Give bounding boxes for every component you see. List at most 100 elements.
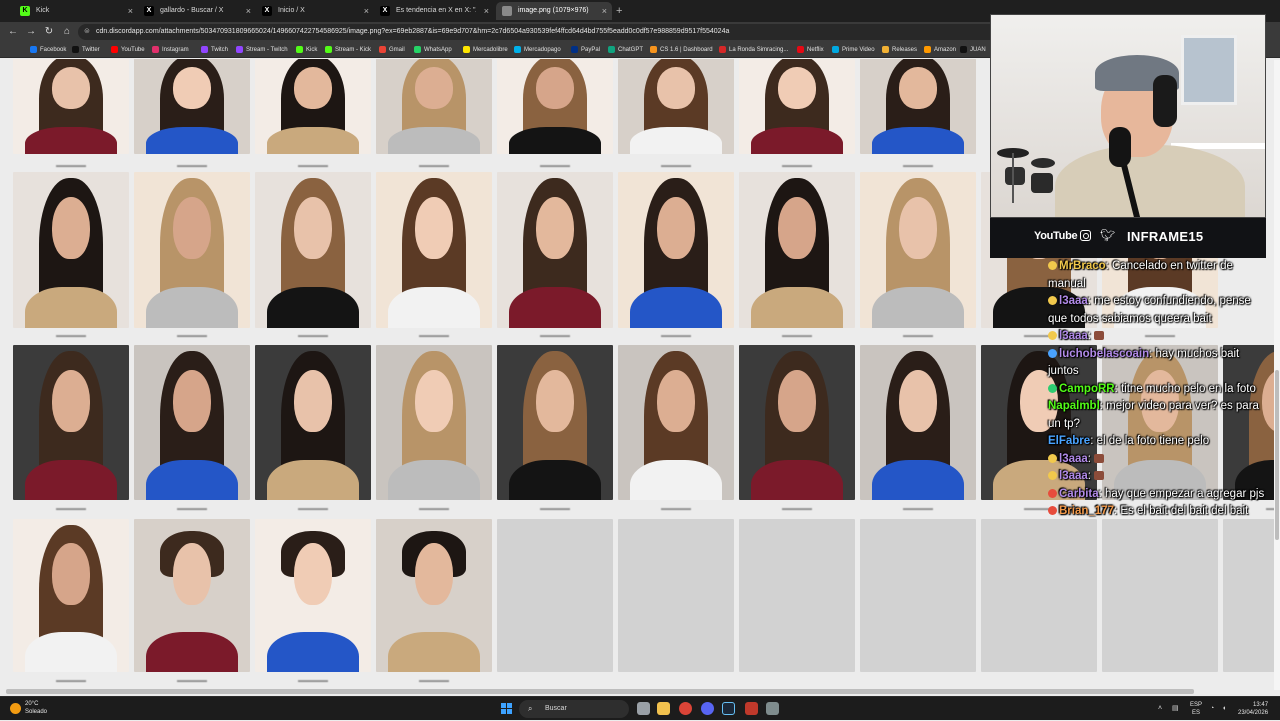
empty-photo-slot xyxy=(860,519,976,672)
taskbar-search[interactable]: ⌕ Buscar xyxy=(519,700,629,718)
close-tab-icon[interactable]: × xyxy=(246,2,251,20)
tab-x-home[interactable]: X Inicio / X × xyxy=(256,2,374,20)
new-tab-icon[interactable]: + xyxy=(616,3,622,19)
forward-icon[interactable]: → xyxy=(24,25,38,39)
empty-photo-slot xyxy=(497,519,613,672)
steam-icon[interactable] xyxy=(722,702,735,715)
portrait-photo xyxy=(618,59,734,154)
weather-widget[interactable]: 20°C Soleado xyxy=(25,700,47,716)
close-tab-icon[interactable]: × xyxy=(484,2,489,20)
horizontal-scrollbar[interactable] xyxy=(6,689,1194,694)
app-icon[interactable] xyxy=(766,702,779,715)
bookmark-18[interactable]: Releases xyxy=(882,42,917,58)
portrait-photo xyxy=(618,345,734,500)
photo-shirt xyxy=(387,127,481,154)
tray-chevron-icon[interactable]: ˄ xyxy=(1158,697,1162,721)
chat-username[interactable]: l3aaa xyxy=(1059,453,1088,465)
bookmark-20[interactable]: JUAN xyxy=(960,42,986,58)
bookmark-6[interactable]: Kick xyxy=(296,42,317,58)
bookmark-15[interactable]: La Ronda Simracing... xyxy=(719,42,788,58)
chrome-icon[interactable] xyxy=(679,702,692,715)
scrollbar-thumb[interactable] xyxy=(1275,370,1279,540)
bookmark-16[interactable]: Netflix xyxy=(797,42,824,58)
bookmark-1[interactable]: Twitter xyxy=(72,42,100,58)
bookmark-label: Amazon xyxy=(934,47,957,53)
capcut-icon[interactable] xyxy=(745,702,758,715)
task-view-icon[interactable] xyxy=(637,702,650,715)
bookmark-13[interactable]: ChatGPT xyxy=(608,42,643,58)
sun-icon[interactable] xyxy=(10,703,21,714)
bookmark-8[interactable]: Gmail xyxy=(379,42,405,58)
photo-face xyxy=(899,196,937,260)
bookmark-9[interactable]: WhatsApp xyxy=(414,42,452,58)
photo-shirt xyxy=(629,459,723,500)
blurred-caption: ▬▬▬▬▬ xyxy=(782,333,812,339)
bookmark-14[interactable]: CS 1.6 | Dashboard xyxy=(650,42,713,58)
chat-username[interactable]: l3aaa xyxy=(1059,330,1088,342)
bookmark-3[interactable]: Instagram xyxy=(152,42,189,58)
back-icon[interactable]: ← xyxy=(6,25,20,39)
close-tab-icon[interactable]: × xyxy=(128,2,133,20)
language-indicator[interactable]: ESP ES xyxy=(1190,701,1202,717)
tab-x-trending[interactable]: X Es tendencia en X en X: "Argentina" × xyxy=(374,2,494,20)
bookmark-12[interactable]: PayPal xyxy=(571,42,600,58)
portrait-photo xyxy=(255,519,371,672)
streamer-shirt xyxy=(1055,145,1245,217)
chat-username[interactable]: MrBraco xyxy=(1059,260,1106,272)
tab-kick[interactable]: K Kick × xyxy=(14,2,138,20)
chat-username[interactable]: l3aaa xyxy=(1059,470,1088,482)
file-explorer-icon[interactable] xyxy=(657,702,670,715)
portrait-photo xyxy=(255,59,371,154)
bookmark-2[interactable]: YouTube xyxy=(111,42,145,58)
bookmark-favicon-icon xyxy=(960,46,967,53)
clock[interactable]: 13:47 23/04/2026 xyxy=(1238,701,1268,717)
site-info-icon[interactable]: ⊜ xyxy=(84,24,90,40)
portrait-photo xyxy=(739,345,855,500)
blurred-caption: ▬▬▬▬▬ xyxy=(419,678,449,684)
bookmark-label: Gmail xyxy=(389,47,405,53)
chat-username[interactable]: CampoRR xyxy=(1059,383,1115,395)
chat-username[interactable]: Brian_177 xyxy=(1059,505,1114,517)
tab-x-search[interactable]: X gallardo - Buscar / X × xyxy=(138,2,256,20)
taskbar: 20°C Soleado ⌕ Buscar ˄ ▤ ESP ES ◔ ◖ 13:… xyxy=(0,696,1280,720)
bookmark-17[interactable]: Prime Video xyxy=(832,42,875,58)
blurred-caption: ▬▬▬▬▬ xyxy=(298,678,328,684)
bookmark-5[interactable]: Stream - Twitch xyxy=(236,42,288,58)
chat-username[interactable]: Napalmbl xyxy=(1048,400,1100,412)
network-icon[interactable]: ▤ xyxy=(1172,697,1179,721)
bookmark-label: Twitch xyxy=(211,47,229,53)
chat-username[interactable]: ElFabre xyxy=(1048,435,1090,447)
volume-icon[interactable]: ◖ xyxy=(1222,697,1226,721)
home-icon[interactable]: ⌂ xyxy=(60,25,74,39)
tab-image[interactable]: image.png (1079×976) × xyxy=(496,2,612,20)
chat-message: l3aaa: xyxy=(1046,451,1268,469)
bookmark-favicon-icon xyxy=(650,46,657,53)
bookmark-7[interactable]: Stream - Kick xyxy=(325,42,371,58)
url-input[interactable]: ⊜ cdn.discordapp.com/attachments/5034709… xyxy=(78,24,998,40)
close-tab-icon[interactable]: × xyxy=(602,2,607,20)
bookmark-label: Mercadopago xyxy=(524,47,561,53)
bookmark-0[interactable]: Facebook xyxy=(30,42,66,58)
chat-username[interactable]: luchobelascoain xyxy=(1059,348,1149,360)
blurred-caption: ▬▬▬▬▬ xyxy=(661,506,691,512)
bookmark-10[interactable]: Mercadolibre xyxy=(463,42,508,58)
photo-face xyxy=(294,369,332,432)
windows-start-icon[interactable] xyxy=(501,703,512,714)
close-tab-icon[interactable]: × xyxy=(364,2,369,20)
blurred-caption: ▬▬▬▬▬ xyxy=(540,163,570,169)
wifi-icon[interactable]: ◔ xyxy=(1210,697,1214,721)
discord-icon[interactable] xyxy=(701,702,714,715)
reload-icon[interactable]: ↻ xyxy=(42,25,56,39)
chat-username[interactable]: l3aaa xyxy=(1059,295,1088,307)
bookmark-label: Instagram xyxy=(162,47,189,53)
chat-message: Brian_177: Es el bait del bait del bait xyxy=(1046,503,1268,521)
bookmark-4[interactable]: Twitch xyxy=(201,42,228,58)
photo-face xyxy=(415,67,453,109)
bookmark-19[interactable]: Amazon xyxy=(924,42,956,58)
chat-username[interactable]: Carbita xyxy=(1059,488,1099,500)
vertical-scrollbar[interactable] xyxy=(1274,60,1280,690)
lang-bottom: ES xyxy=(1192,710,1201,716)
bookmark-favicon-icon xyxy=(797,46,804,53)
bookmark-11[interactable]: Mercadopago xyxy=(514,42,561,58)
photo-shirt xyxy=(871,287,965,328)
